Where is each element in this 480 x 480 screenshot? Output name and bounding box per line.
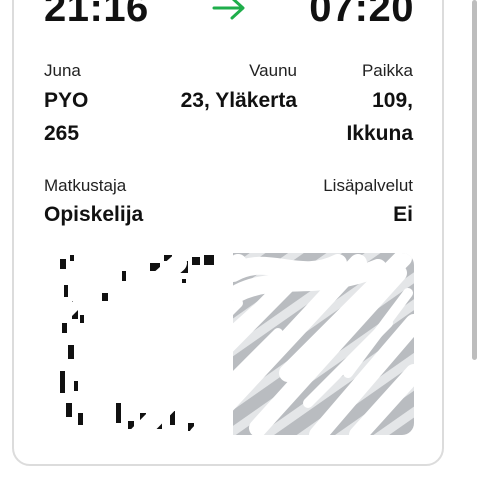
- qr-code-icon: [60, 253, 414, 435]
- scrollbar[interactable]: [472, 0, 477, 360]
- departure-time: 21:16: [44, 0, 149, 30]
- journey-times: 21:16 07:20: [44, 0, 414, 30]
- car-label: Vaunu: [249, 61, 297, 80]
- passenger-value: Opiskelija: [44, 203, 144, 226]
- seat-value-line2: Ikkuna: [346, 122, 413, 145]
- train-value-line2: 265: [44, 122, 80, 145]
- passenger-label: Matkustaja: [44, 176, 127, 195]
- arrow-right-icon: [212, 0, 245, 20]
- train-label: Juna: [44, 61, 81, 80]
- train-value-line1: PYO: [44, 89, 89, 112]
- seat-label: Paikka: [361, 61, 413, 80]
- seat-value-line1: 109,: [372, 89, 413, 112]
- extras-value: Ei: [393, 203, 413, 226]
- ticket-code-obscured: [58, 253, 414, 435]
- extras-label: Lisäpalvelut: [323, 176, 413, 195]
- car-value: 23, Yläkerta: [180, 89, 297, 112]
- arrival-time: 07:20: [309, 0, 414, 30]
